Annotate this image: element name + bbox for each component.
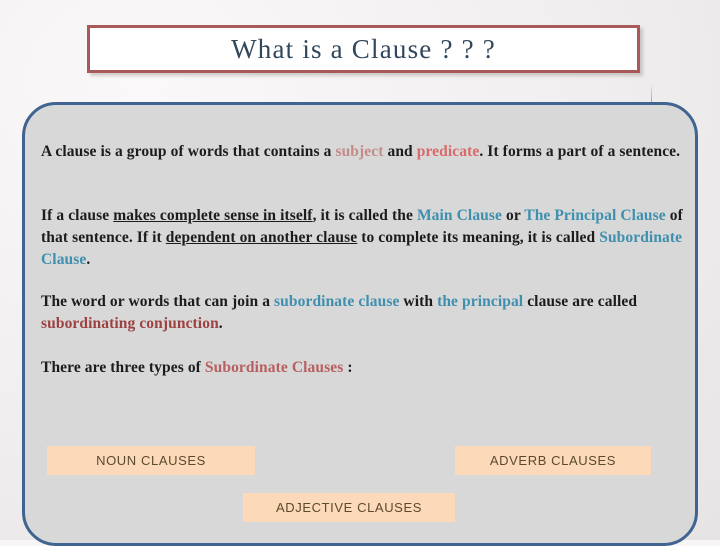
p2-term-main-clause: Main Clause — [416, 207, 503, 224]
p2-seg1: If a clause — [41, 207, 114, 224]
page-title: What is a Clause ? ? ? — [231, 33, 496, 64]
p1-seg3: . It forms a part of a sentence. — [479, 143, 681, 160]
p3-seg1: The word or words that can join a — [41, 293, 275, 310]
stray-tick-artifact — [651, 85, 652, 102]
slide-root: What is a Clause ? ? ? A clause is a gro… — [0, 0, 720, 546]
p2-seg3: or — [502, 207, 525, 224]
p2-underline-complete-sense: makes complete sense in itself — [113, 207, 313, 224]
clause-box-adverb[interactable]: ADVERB CLAUSES — [455, 446, 651, 475]
p1-seg2: and — [383, 143, 417, 160]
p3-seg3: clause are called — [523, 293, 638, 310]
p2-term-principal-clause: The Principal Clause — [524, 207, 666, 224]
clause-box-adjective[interactable]: ADJECTIVE CLAUSES — [243, 493, 455, 522]
p2-seg2: , it is called the — [312, 207, 417, 224]
paragraph-main-clause: If a clause makes complete sense in itse… — [41, 205, 689, 271]
p4-seg2: : — [343, 359, 353, 376]
content-panel: A clause is a group of words that contai… — [22, 102, 698, 546]
clause-box-noun-label: NOUN CLAUSES — [96, 453, 206, 468]
p3-term-subordinate-clause: subordinate clause — [274, 293, 400, 310]
paragraph-three-types: There are three types of Subordinate Cla… — [41, 357, 689, 379]
p1-term-subject: subject — [335, 143, 384, 160]
p2-seg6: . — [86, 251, 91, 268]
clause-box-adverb-label: ADVERB CLAUSES — [489, 453, 617, 468]
p4-seg1: There are three types of — [41, 359, 205, 376]
slide-title-box: What is a Clause ? ? ? — [87, 25, 640, 73]
p3-term-subordinating-conjunction: subordinating conjunction — [41, 315, 219, 332]
clause-box-adjective-label: ADJECTIVE CLAUSES — [275, 500, 422, 515]
paragraph-conjunction: The word or words that can join a subord… — [41, 291, 689, 335]
p4-term-subordinate-clauses: Subordinate Clauses — [204, 359, 344, 376]
paragraph-definition: A clause is a group of words that contai… — [41, 141, 689, 163]
p3-term-the-principal: the principal — [437, 293, 524, 310]
p3-seg2: with — [399, 293, 438, 310]
p3-seg4: . — [218, 315, 223, 332]
p1-seg1: A clause is a group of words that contai… — [41, 143, 336, 160]
p2-seg5: to complete its meaning, it is called — [357, 229, 600, 246]
p1-term-predicate: predicate — [416, 143, 480, 160]
p2-underline-dependent: dependent on another clause — [165, 229, 358, 246]
clause-box-noun[interactable]: NOUN CLAUSES — [47, 446, 255, 475]
